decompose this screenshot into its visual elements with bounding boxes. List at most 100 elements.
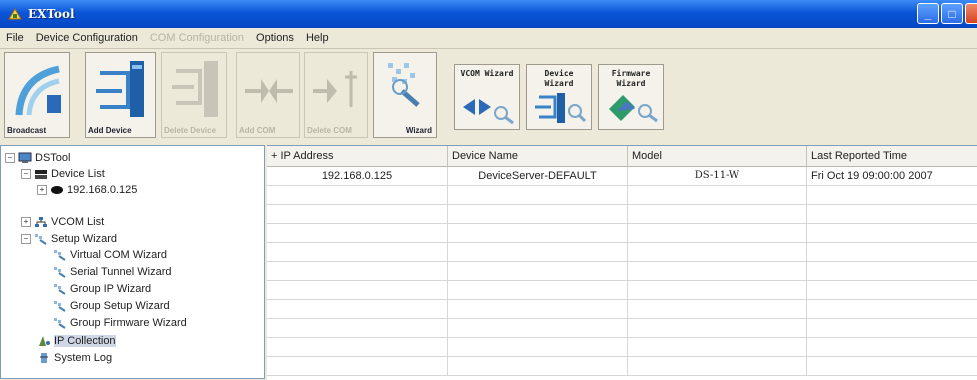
- add-device-button[interactable]: Add Device: [85, 52, 156, 138]
- add-com-icon: [245, 79, 293, 103]
- wizard-icon: [53, 266, 67, 278]
- menu-help[interactable]: Help: [300, 32, 335, 44]
- add-device-icon: [96, 61, 144, 117]
- toolbar: Broadcast Add Device Delete Device Add C…: [0, 49, 977, 145]
- tree-node-wizard[interactable]: Group IP Wizard: [53, 282, 151, 296]
- device-wizard-icon: [535, 93, 587, 123]
- firmware-wizard-button[interactable]: Firmware Wizard: [598, 64, 664, 130]
- menu-bar: File Device Configuration COM Configurat…: [0, 28, 977, 49]
- device-table: + IP Address Device Name Model Last Repo…: [267, 145, 977, 380]
- add-device-label: Add Device: [88, 126, 132, 135]
- tree-node-ip-collection[interactable]: IP Collection: [37, 334, 116, 348]
- tree-label-vcom-list: VCOM List: [51, 216, 105, 228]
- tree-node-root[interactable]: − DSTool: [5, 151, 70, 165]
- title-bar: EXTool _ □: [0, 0, 977, 28]
- tree-label-setup-wizard: Setup Wizard: [51, 233, 118, 245]
- tree-node-wizard[interactable]: Virtual COM Wizard: [53, 248, 167, 262]
- wizard-label: Wizard: [405, 126, 432, 135]
- expand-icon[interactable]: +: [37, 185, 47, 195]
- monitor-icon: [18, 152, 32, 164]
- tree-node-device-list[interactable]: − Device List: [21, 167, 105, 181]
- tree-node-wizard[interactable]: Group Setup Wizard: [53, 299, 170, 313]
- delete-com-icon: [313, 71, 357, 107]
- wizard-icon: [53, 283, 67, 295]
- tree-label-wizard: Group Firmware Wizard: [70, 317, 187, 329]
- tree-node-system-log[interactable]: System Log: [37, 351, 112, 365]
- maximize-button[interactable]: □: [941, 3, 963, 24]
- table-row: [267, 224, 977, 243]
- tree-node-device[interactable]: + 192.168.0.125: [37, 183, 137, 197]
- maximize-icon: □: [948, 6, 956, 21]
- table-row: [267, 338, 977, 357]
- add-com-button[interactable]: Add COM: [236, 52, 300, 138]
- table-row[interactable]: 192.168.0.125 DeviceServer-DEFAULT DS-11…: [267, 167, 977, 186]
- close-button[interactable]: [965, 3, 977, 24]
- cell-device-name: DeviceServer-DEFAULT: [448, 167, 628, 186]
- tree-label-device-list: Device List: [51, 168, 105, 180]
- table-row: [267, 281, 977, 300]
- firmware-wizard-icon: [609, 95, 658, 123]
- column-header-ip-address[interactable]: + IP Address: [267, 146, 448, 166]
- cell-ip-address: 192.168.0.125: [267, 167, 448, 186]
- table-header: + IP Address Device Name Model Last Repo…: [267, 146, 977, 167]
- collapse-icon[interactable]: −: [21, 234, 31, 244]
- vcom-wizard-button[interactable]: VCOM Wizard: [454, 64, 520, 130]
- table-row: [267, 243, 977, 262]
- broadcast-icon: [15, 65, 61, 116]
- collapse-icon[interactable]: −: [5, 153, 15, 163]
- delete-com-button[interactable]: Delete COM: [304, 52, 368, 138]
- expand-icon[interactable]: +: [21, 217, 31, 227]
- cell-model: DS-11-W: [628, 167, 807, 186]
- device-icon: [50, 184, 64, 196]
- tree-node-vcom-list[interactable]: + VCOM List: [21, 215, 104, 229]
- wizard-icon: [53, 317, 67, 329]
- table-row: [267, 262, 977, 281]
- add-com-label: Add COM: [239, 126, 276, 135]
- network-icon: [34, 216, 48, 228]
- cell-last-reported-time: Fri Oct 19 09:00:00 2007: [811, 170, 933, 182]
- table-row: [267, 319, 977, 338]
- app-icon: [6, 6, 24, 22]
- log-icon: [37, 352, 51, 364]
- table-row: [267, 205, 977, 224]
- ip-collection-icon: [37, 335, 51, 347]
- wizard-icon: [53, 249, 67, 261]
- minimize-button[interactable]: _: [917, 3, 939, 24]
- tree-label-wizard: Group IP Wizard: [70, 283, 152, 295]
- wizard-icon: [53, 300, 67, 312]
- tree-label-wizard: Virtual COM Wizard: [70, 249, 167, 261]
- menu-device-configuration[interactable]: Device Configuration: [30, 32, 144, 44]
- menu-file[interactable]: File: [0, 32, 30, 44]
- tree-label-device-ip: 192.168.0.125: [67, 184, 138, 196]
- wizard-icon: [34, 233, 48, 245]
- device-wizard-label: Device Wizard: [544, 69, 574, 88]
- column-header-last-reported-time[interactable]: Last Reported Time: [807, 146, 977, 166]
- table-row: [267, 357, 977, 376]
- tree-label-root: DSTool: [35, 152, 71, 164]
- delete-device-button[interactable]: Delete Device: [161, 52, 227, 138]
- delete-device-icon: [172, 61, 218, 117]
- delete-com-label: Delete COM: [307, 126, 352, 135]
- tree-node-wizard[interactable]: Serial Tunnel Wizard: [53, 265, 172, 279]
- wizard-icon: [388, 63, 420, 107]
- window-title: EXTool: [28, 7, 75, 21]
- device-list-icon: [34, 168, 48, 180]
- firmware-wizard-label: Firmware Wizard: [611, 69, 651, 88]
- tree-label-wizard: Serial Tunnel Wizard: [70, 266, 172, 278]
- wizard-button[interactable]: Wizard: [373, 52, 437, 138]
- column-header-device-name[interactable]: Device Name: [448, 146, 628, 166]
- menu-com-configuration[interactable]: COM Configuration: [144, 32, 250, 44]
- tree-node-setup-wizard[interactable]: − Setup Wizard: [21, 232, 117, 246]
- device-wizard-button[interactable]: Device Wizard: [526, 64, 592, 130]
- collapse-icon[interactable]: −: [21, 169, 31, 179]
- menu-options[interactable]: Options: [250, 32, 300, 44]
- tree-node-wizard[interactable]: Group Firmware Wizard: [53, 316, 187, 330]
- tree-label-ip-collection: IP Collection: [54, 335, 116, 347]
- table-row: [267, 186, 977, 205]
- broadcast-button[interactable]: Broadcast: [4, 52, 70, 138]
- column-header-model[interactable]: Model: [628, 146, 807, 166]
- vcom-wizard-label: VCOM Wizard: [460, 69, 514, 78]
- table-row: [267, 300, 977, 319]
- tree-label-wizard: Group Setup Wizard: [70, 300, 170, 312]
- broadcast-label: Broadcast: [7, 126, 47, 135]
